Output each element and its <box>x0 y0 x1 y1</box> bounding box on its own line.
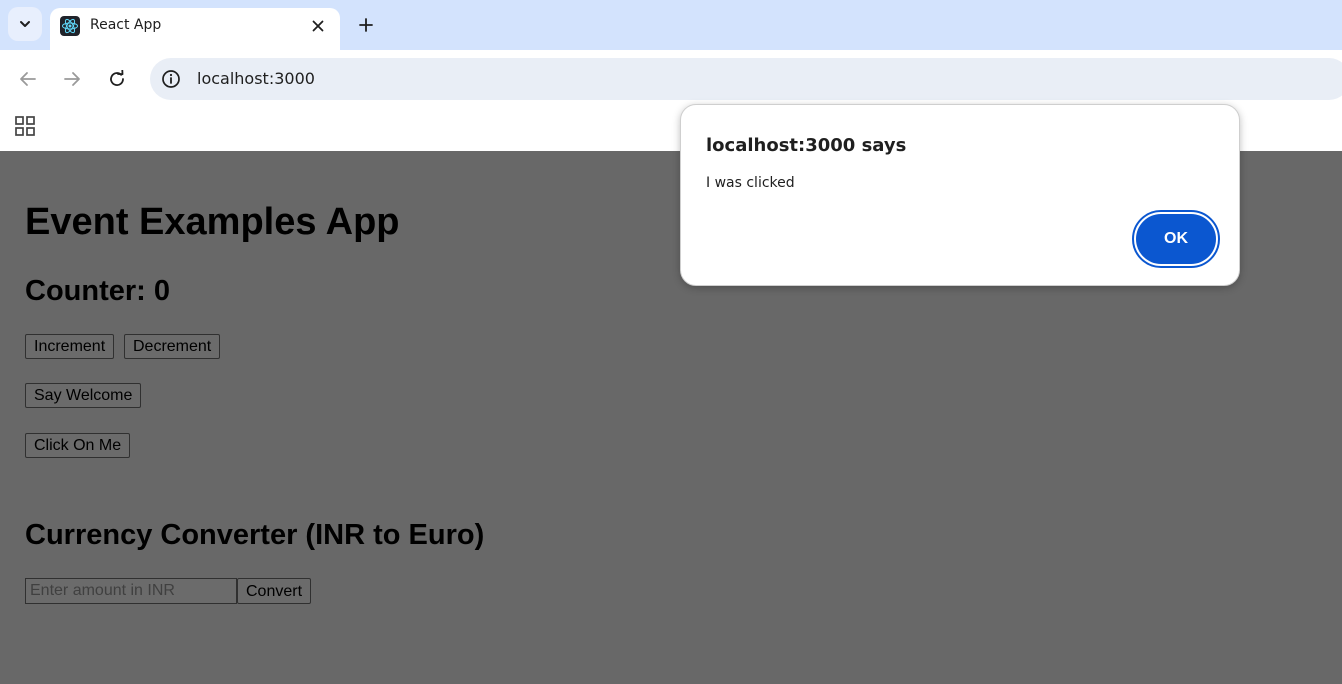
forward-arrow-icon <box>64 72 80 86</box>
url-text: localhost:3000 <box>197 69 315 88</box>
tab-title: React App <box>90 17 162 33</box>
address-bar[interactable]: localhost:3000 <box>150 58 1342 100</box>
browser-toolbar: localhost:3000 <box>0 50 1342 110</box>
react-logo-icon <box>60 16 80 36</box>
dialog-title: localhost:3000 says <box>706 135 907 156</box>
converter-heading: Currency Converter (INR to Euro) <box>25 519 485 551</box>
tab-search-button[interactable] <box>8 7 42 41</box>
counter-heading: Counter: 0 <box>25 275 170 307</box>
info-icon <box>162 70 180 88</box>
dialog-message: I was clicked <box>706 175 795 191</box>
site-info-button[interactable] <box>160 68 182 90</box>
decrement-button[interactable]: Decrement <box>124 334 221 359</box>
chevron-down-icon <box>20 21 30 27</box>
click-on-me-button[interactable]: Click On Me <box>25 433 131 458</box>
tab-close-button[interactable] <box>308 16 328 36</box>
app-title: Event Examples App <box>25 201 400 243</box>
back-arrow-icon <box>20 72 36 86</box>
alert-dialog: localhost:3000 says I was clicked OK <box>680 104 1240 286</box>
back-button[interactable] <box>13 64 43 94</box>
close-icon <box>312 20 324 32</box>
reload-icon <box>110 70 124 86</box>
forward-button[interactable] <box>57 64 87 94</box>
convert-button[interactable]: Convert <box>237 578 312 604</box>
plus-icon <box>359 18 373 32</box>
apps-grid-icon[interactable] <box>14 115 36 137</box>
say-welcome-button[interactable]: Say Welcome <box>25 383 142 408</box>
browser-tab[interactable]: React App <box>50 8 340 50</box>
reload-button[interactable] <box>102 64 132 94</box>
ok-button[interactable]: OK <box>1136 214 1216 264</box>
new-tab-button[interactable] <box>352 11 380 39</box>
increment-button[interactable]: Increment <box>25 334 115 359</box>
browser-tab-strip: React App <box>0 0 1342 50</box>
amount-input[interactable] <box>25 578 237 604</box>
